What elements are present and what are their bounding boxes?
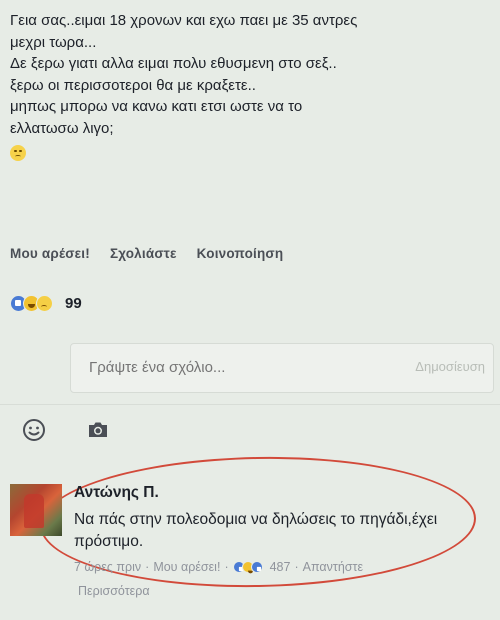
divider [0,404,500,405]
smiley-icon[interactable] [22,418,46,442]
comment: Αντώνης Π. Να πάς στην πολεοδομια να δηλ… [10,480,490,575]
meta-separator: · [224,560,229,574]
sad-face-icon [10,145,26,161]
like-button[interactable]: Μου αρέσει! [10,246,90,261]
post-actions: Μου αρέσει! Σχολιάστε Κοινοποίηση [10,246,283,261]
publish-button[interactable]: Δημοσίευση [415,359,485,374]
comment-like-button[interactable]: Μου αρέσει! [153,560,220,574]
composer-tools [22,418,110,442]
comment-reaction-icons [232,561,263,573]
post-line: Γεια σας..ειμαι 18 χρονων και εχω παει μ… [10,12,358,29]
share-button[interactable]: Κοινοποίηση [197,246,284,261]
comment-input[interactable] [89,359,339,376]
post-line: ελλατωσω λιγο; [10,119,114,137]
avatar[interactable] [10,484,62,536]
reaction-count: 99 [65,295,82,312]
meta-separator: · [294,560,299,574]
post-text: Γεια σας..ειμαι 18 χρονων και εχω παει μ… [10,10,490,168]
post-line: μηπως μπορω να κανω κατι ετσι ωστε να το [10,98,303,115]
comment-time[interactable]: 7 ώρες πριν [74,560,141,574]
like-icon [250,561,263,573]
reply-button[interactable]: Απαντήστε [303,560,363,574]
post-line: ξερω οι περισσοτεροι θα με κραξετε.. [10,76,256,94]
sad-icon [36,295,53,312]
comment-meta: 7 ώρες πριν · Μου αρέσει! · 487 · Απαντή… [74,560,363,574]
comment-reaction-count[interactable]: 487 [270,560,291,574]
comment-composer: Δημοσίευση [70,343,494,393]
more-link[interactable]: Περισσότερα [78,584,150,598]
comment-button[interactable]: Σχολιάστε [110,246,177,261]
comment-text: Να πάς στην πολεοδομια να δηλώσεις το πη… [74,511,438,550]
reactions-summary[interactable]: 99 [10,295,82,312]
post-line: Δε ξερω γιατι αλλα ειμαι πολυ εθυσμενη σ… [10,55,337,72]
reaction-icons [10,295,53,312]
comment-author[interactable]: Αντώνης Π. [74,484,159,502]
meta-separator: · [145,560,150,574]
post-line: μεχρι τωρα... [10,33,97,51]
camera-icon[interactable] [86,418,110,442]
